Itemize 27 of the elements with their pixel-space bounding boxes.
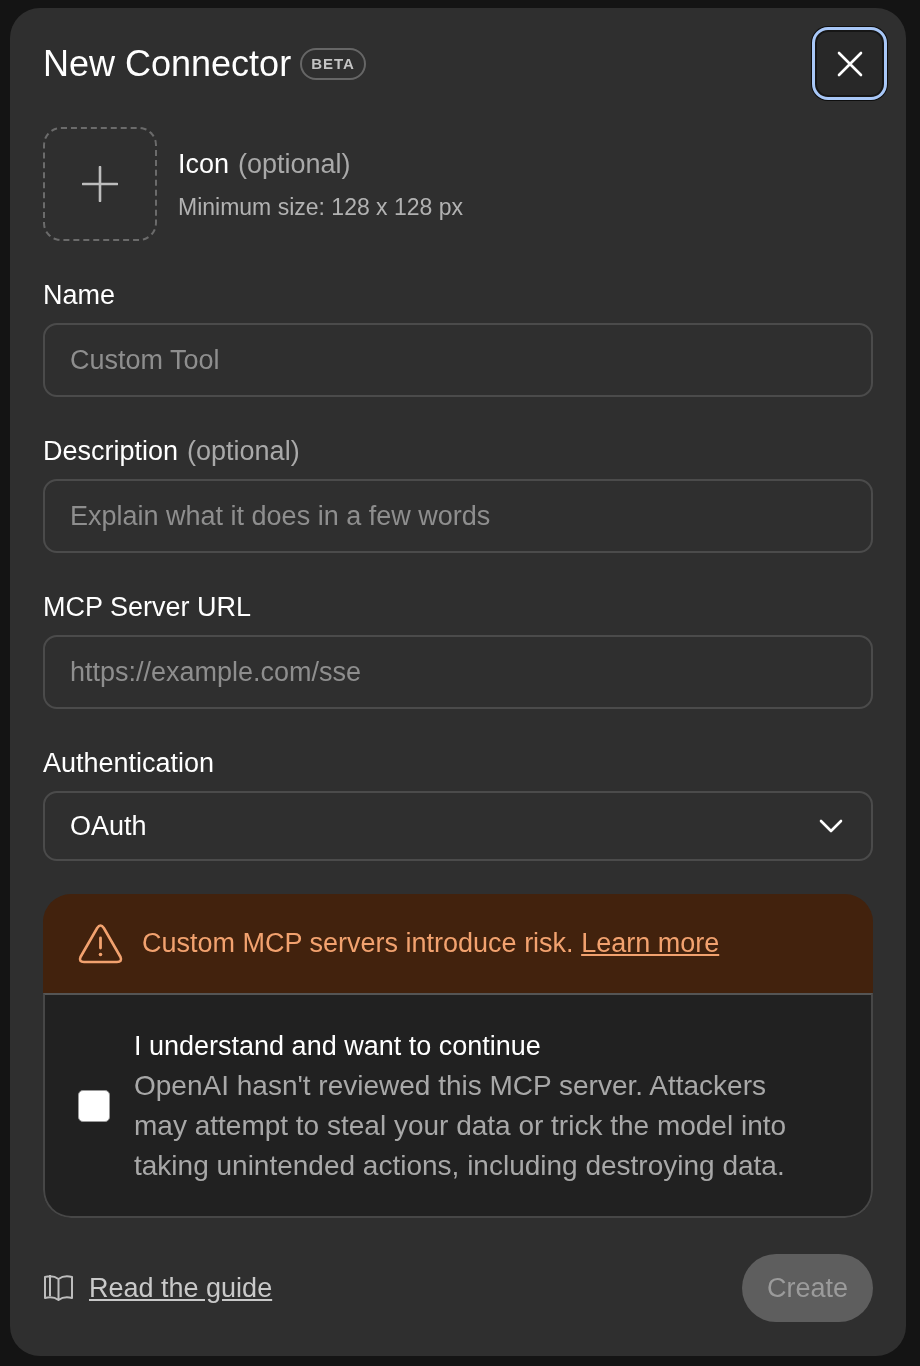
text-field[interactable]: Explain what it does in a few words — [43, 479, 873, 553]
field-label: Authentication — [43, 747, 215, 779]
chevron-down-icon — [819, 819, 843, 833]
size-hint: Minimum size: 128 x 128 px — [178, 192, 464, 222]
close-icon — [835, 49, 864, 78]
beta-badge: BETA — [300, 47, 366, 80]
close-button[interactable] — [812, 27, 887, 100]
plus-icon — [82, 166, 118, 202]
dialog-title: New Connector — [43, 41, 292, 86]
text-field[interactable]: https://example.com/sse — [43, 635, 873, 709]
learn-more-link[interactable]: Learn more — [581, 928, 720, 958]
checkbox[interactable] — [78, 1089, 110, 1122]
field-label: Name — [43, 279, 116, 311]
dropdown-field[interactable]: OAuth — [43, 791, 873, 861]
consent-description: OpenAI hasn't reviewed this MCP server. Attackers may attempt to steal your data or trick the model into taking unintended actions, including destroying data. — [134, 1068, 788, 1183]
text-field[interactable]: Custom Tool — [43, 323, 873, 397]
field-label: Description — [43, 435, 179, 467]
consent-title: I understand and want to continue — [134, 1029, 542, 1063]
field-label: Icon — [178, 147, 230, 181]
icon-upload-button[interactable] — [43, 127, 157, 241]
optional-note: (optional) — [187, 435, 300, 467]
read-guide-link[interactable]: Read the guide — [43, 1272, 273, 1304]
book-icon — [43, 1273, 74, 1303]
warning-message: Custom MCP servers introduce risk. Learn more — [142, 928, 720, 959]
warning-icon — [78, 923, 123, 964]
optional-note: (optional) — [238, 147, 351, 181]
field-label: MCP Server URL — [43, 591, 252, 623]
